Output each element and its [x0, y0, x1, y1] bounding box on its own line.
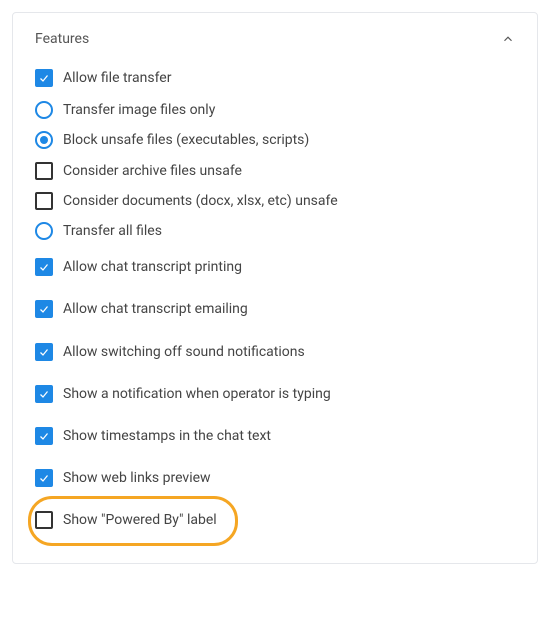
label-transfer-image-only: Transfer image files only	[63, 101, 215, 119]
panel-title: Features	[35, 31, 89, 47]
radio-block-unsafe[interactable]	[35, 131, 53, 149]
checkbox-powered-by[interactable]	[35, 511, 53, 529]
row-transfer-image-only[interactable]: Transfer image files only	[35, 95, 515, 125]
row-transcript-print[interactable]: Allow chat transcript printing	[35, 246, 515, 288]
row-typing-notification[interactable]: Show a notification when operator is typ…	[35, 373, 515, 415]
label-block-unsafe: Block unsafe files (executables, scripts…	[63, 131, 309, 149]
label-show-timestamps: Show timestamps in the chat text	[63, 427, 271, 445]
checkbox-documents-unsafe[interactable]	[35, 192, 53, 210]
radio-transfer-all[interactable]	[35, 222, 53, 240]
checkbox-allow-file-transfer[interactable]	[35, 69, 53, 87]
row-transcript-email[interactable]: Allow chat transcript emailing	[35, 288, 515, 330]
label-transcript-email: Allow chat transcript emailing	[63, 300, 248, 318]
row-show-timestamps[interactable]: Show timestamps in the chat text	[35, 415, 515, 457]
row-archive-unsafe[interactable]: Consider archive files unsafe	[35, 156, 515, 186]
features-panel: Features Allow file transfer Transfer im…	[12, 12, 538, 564]
row-powered-by[interactable]: Show "Powered By" label	[35, 499, 515, 541]
row-allow-file-transfer[interactable]: Allow file transfer	[35, 61, 515, 95]
checkbox-sound-off[interactable]	[35, 343, 53, 361]
label-transcript-print: Allow chat transcript printing	[63, 258, 242, 276]
row-sound-off[interactable]: Allow switching off sound notifications	[35, 331, 515, 373]
row-web-links-preview[interactable]: Show web links preview	[35, 457, 515, 499]
radio-transfer-image-only[interactable]	[35, 101, 53, 119]
checkbox-archive-unsafe[interactable]	[35, 162, 53, 180]
checkbox-transcript-print[interactable]	[35, 258, 53, 276]
label-documents-unsafe: Consider documents (docx, xlsx, etc) uns…	[63, 192, 338, 210]
checkbox-typing-notification[interactable]	[35, 385, 53, 403]
chevron-up-icon	[501, 32, 515, 46]
label-allow-file-transfer: Allow file transfer	[63, 69, 171, 87]
label-web-links-preview: Show web links preview	[63, 469, 211, 487]
checkbox-transcript-email[interactable]	[35, 300, 53, 318]
checkbox-web-links-preview[interactable]	[35, 469, 53, 487]
panel-header[interactable]: Features	[35, 31, 515, 47]
label-sound-off: Allow switching off sound notifications	[63, 343, 305, 361]
checkbox-show-timestamps[interactable]	[35, 427, 53, 445]
label-powered-by: Show "Powered By" label	[63, 511, 217, 529]
label-archive-unsafe: Consider archive files unsafe	[63, 162, 242, 180]
row-block-unsafe[interactable]: Block unsafe files (executables, scripts…	[35, 125, 515, 155]
row-transfer-all[interactable]: Transfer all files	[35, 216, 515, 246]
label-typing-notification: Show a notification when operator is typ…	[63, 385, 331, 403]
label-transfer-all: Transfer all files	[63, 222, 162, 240]
row-documents-unsafe[interactable]: Consider documents (docx, xlsx, etc) uns…	[35, 186, 515, 216]
